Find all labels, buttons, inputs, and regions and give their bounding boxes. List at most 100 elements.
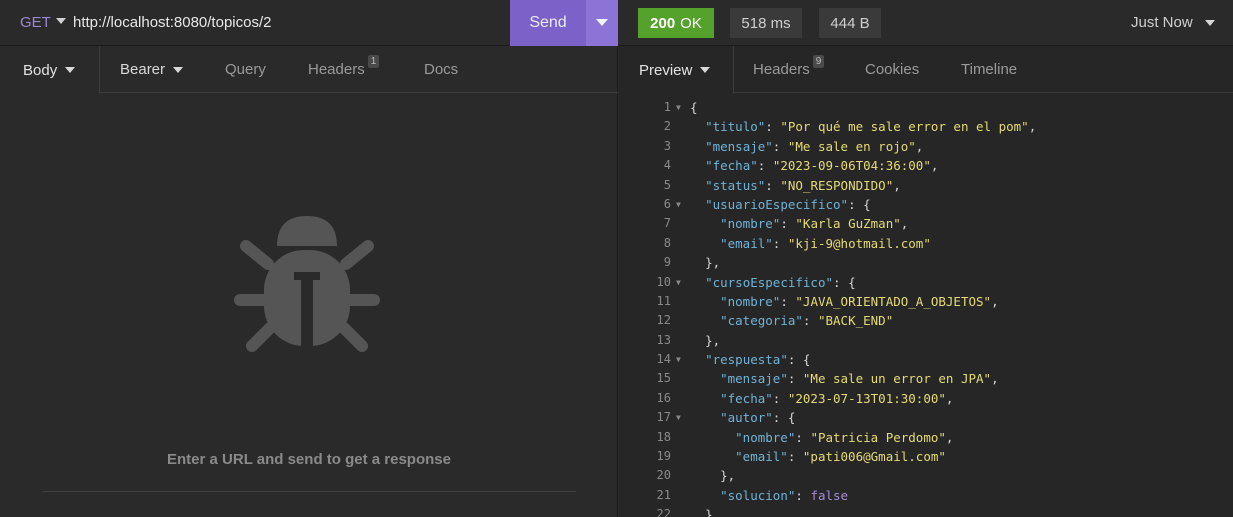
code-text: "usuarioEspecifico": { [705, 196, 871, 212]
response-time-badge: 518 ms [730, 8, 802, 38]
tab-preview[interactable]: Preview [619, 46, 734, 94]
chevron-down-icon [173, 66, 184, 73]
code-text: "cursoEspecifico": { [705, 274, 856, 290]
chevron-down-icon[interactable] [56, 18, 66, 24]
tab-query[interactable]: Query [225, 46, 266, 93]
code-line: 12 "categoria": "BACK_END" [619, 311, 1233, 330]
json-value: "Karla GuZman" [795, 216, 901, 232]
json-key: "email" [720, 235, 773, 251]
code-line: 19 "email": "pati006@Gmail.com" [619, 447, 1233, 466]
line-number: 14 [656, 352, 671, 367]
json-key: "titulo" [705, 119, 766, 135]
json-value: "Patricia Perdomo" [810, 429, 946, 445]
line-number: 7 [663, 216, 671, 231]
code-line: 2 "titulo": "Por qué me sale error en el… [619, 117, 1233, 136]
tab-headers[interactable]: Headers 1 [308, 46, 380, 93]
status-code: 200 [650, 14, 676, 32]
json-key: "nombre" [720, 216, 781, 232]
line-number: 10 [656, 274, 671, 289]
tab-response-headers[interactable]: Headers 9 [753, 46, 825, 93]
line-number: 9 [663, 255, 671, 270]
code-line: 3 "mensaje": "Me sale en rojo", [619, 137, 1233, 156]
send-button[interactable]: Send [510, 0, 586, 46]
json-value: "BACK_END" [817, 313, 894, 329]
tab-auth-label: Bearer [120, 61, 166, 78]
line-number: 13 [656, 332, 671, 347]
line-number: 15 [656, 371, 671, 386]
code-line: 18 "nombre": "Patricia Perdomo", [619, 428, 1233, 447]
fold-toggle-icon[interactable]: ▼ [676, 273, 681, 292]
divider [43, 491, 576, 492]
code-line: 9 }, [619, 253, 1233, 272]
code-text: "fecha": "2023-07-13T01:30:00", [720, 390, 954, 406]
json-key: "cursoEspecifico" [705, 274, 833, 290]
headers-count-badge: 1 [367, 55, 380, 68]
json-value: "pati006@Gmail.com" [802, 449, 946, 465]
tab-preview-label: Preview [639, 61, 693, 79]
status-badge: 200 OK [638, 8, 714, 38]
json-value: "Por qué me sale error en el pom" [780, 119, 1029, 135]
json-key: "autor" [720, 410, 773, 426]
json-value: "Me sale en rojo" [787, 138, 916, 154]
method-selector[interactable]: GET [20, 14, 51, 31]
request-pane: GET http://localhost:8080/topicos/2 Send… [0, 0, 618, 517]
code-text: } [705, 507, 713, 517]
send-options-button[interactable] [586, 0, 618, 46]
line-number: 4 [663, 158, 671, 173]
tab-timeline-label: Timeline [961, 61, 1018, 78]
code-line: 10 ▼ "cursoEspecifico": { [619, 273, 1233, 292]
code-line: 6 ▼ "usuarioEspecifico": { [619, 195, 1233, 214]
json-value: "JAVA_ORIENTADO_A_OBJETOS" [795, 293, 992, 309]
code-line: 8 "email": "kji-9@hotmail.com" [619, 234, 1233, 253]
tab-cookies[interactable]: Cookies [865, 46, 919, 93]
code-line: 22 } [619, 505, 1233, 517]
code-text: }, [705, 255, 721, 271]
code-text: "mensaje": "Me sale en rojo", [705, 138, 924, 154]
code-text: "fecha": "2023-09-06T04:36:00", [705, 158, 939, 174]
code-line: 21 "solucion": false [619, 486, 1233, 505]
fold-toggle-icon[interactable]: ▼ [676, 195, 681, 214]
url-bar: GET http://localhost:8080/topicos/2 Send [0, 0, 618, 46]
chevron-down-icon [700, 67, 711, 73]
json-key: "mensaje" [720, 371, 788, 387]
response-size-badge: 444 B [819, 8, 881, 38]
code-text: "nombre": "Patricia Perdomo", [735, 429, 954, 445]
json-key: "nombre" [720, 293, 781, 309]
fold-toggle-icon[interactable]: ▼ [676, 408, 681, 427]
json-key: "categoria" [720, 313, 803, 329]
line-number: 2 [663, 119, 671, 134]
json-key: "respuesta" [705, 352, 788, 368]
tab-timeline[interactable]: Timeline [961, 46, 1017, 93]
tab-docs-label: Docs [424, 61, 459, 78]
line-number: 3 [663, 138, 671, 153]
line-number: 18 [656, 429, 671, 444]
code-line: 13 }, [619, 331, 1233, 350]
code-line: 20 }, [619, 466, 1233, 485]
tab-docs[interactable]: Docs [424, 46, 458, 93]
code-text: "autor": { [720, 410, 796, 426]
fold-toggle-icon[interactable]: ▼ [676, 350, 681, 369]
tab-auth[interactable]: Bearer [120, 46, 184, 93]
fold-toggle-icon[interactable]: ▼ [676, 98, 681, 117]
line-number: 6 [663, 196, 671, 211]
code-text: "status": "NO_RESPONDIDO", [705, 177, 901, 193]
json-value: "kji-9@hotmail.com" [787, 235, 931, 251]
json-value: "Me sale un error en JPA" [802, 371, 992, 387]
json-preview[interactable]: 1 ▼ {2 "titulo": "Por qué me sale error en… [619, 98, 1233, 517]
code-line: 1 ▼ { [619, 98, 1233, 117]
json-value: "NO_RESPONDIDO" [780, 177, 894, 193]
code-text: { [690, 100, 698, 115]
line-number: 8 [663, 235, 671, 250]
code-text: "titulo": "Por qué me sale error en el p… [705, 119, 1037, 135]
history-dropdown[interactable]: Just Now [1131, 14, 1215, 31]
tab-body[interactable]: Body [0, 46, 100, 94]
code-text: }, [705, 332, 721, 348]
code-line: 16 "fecha": "2023-07-13T01:30:00", [619, 389, 1233, 408]
tab-headers-label: Headers [308, 61, 365, 78]
json-key: "email" [735, 449, 788, 465]
tab-query-label: Query [225, 61, 266, 78]
json-key: "status" [705, 177, 766, 193]
response-tabs: Preview Headers 9 Cookies Timeline [619, 46, 1233, 94]
request-tabs: Body Bearer Query Headers 1 Docs [0, 46, 618, 94]
url-input[interactable]: http://localhost:8080/topicos/2 [73, 14, 271, 31]
